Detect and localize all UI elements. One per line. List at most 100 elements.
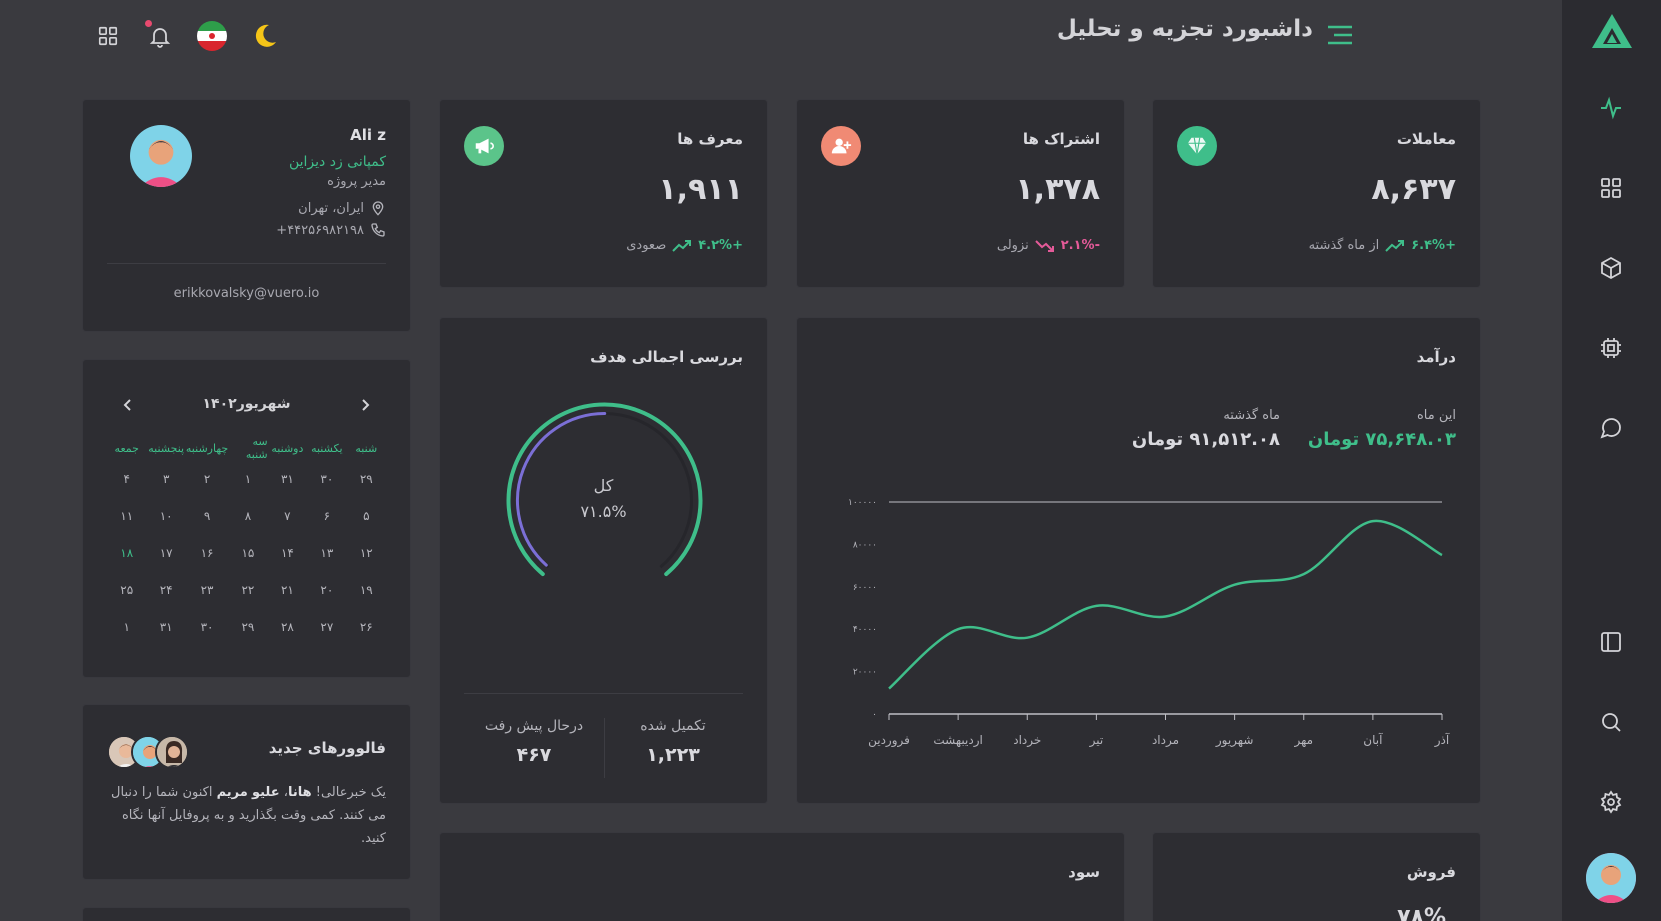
completed-label: تکمیل شده [640, 718, 706, 734]
stat-change-row: -۲.۱% نزولی [997, 238, 1100, 253]
calendar-day[interactable]: ۱۲ [347, 534, 386, 571]
grid-icon[interactable] [1596, 173, 1626, 203]
goal-gauge [506, 402, 703, 577]
chevron-left-icon[interactable] [121, 398, 135, 412]
activity-icon[interactable] [1596, 93, 1626, 123]
calendar-day[interactable]: ۲۳ [186, 571, 228, 608]
calendar-day[interactable]: ۲۷ [307, 608, 346, 645]
chevron-right-icon[interactable] [358, 398, 372, 412]
calendar-weekday: پنجشنبه [148, 441, 185, 455]
goal-in-progress: درحال پیش رفت ۴۶۷ [464, 718, 604, 766]
calendar-day[interactable]: ۲۴ [146, 571, 185, 608]
y-tick-label: ۲۰۰۰۰ [853, 668, 877, 678]
calendar-day[interactable]: ۲ [186, 460, 228, 497]
calendar-day[interactable]: ۱۱ [107, 497, 146, 534]
calendar-weekday: یکشنبه [311, 441, 343, 455]
in-progress-label: درحال پیش رفت [484, 718, 584, 734]
calendar-day[interactable]: ۱۷ [146, 534, 185, 571]
profile-company[interactable]: کمپانی زد دیزاین [289, 154, 386, 170]
calendar-day[interactable]: ۲۹ [347, 460, 386, 497]
apps-grid-icon[interactable] [92, 20, 124, 52]
follower-avatar[interactable] [155, 735, 189, 769]
calendar-day[interactable]: ۲۰ [307, 571, 346, 608]
revenue-last-month: ماه گذشته ۹۱,۵۱۲.۰۸ تومان [1132, 408, 1280, 450]
calendar-day[interactable]: ۱ [107, 608, 146, 645]
profile-role: مدیر پروژه [327, 174, 386, 189]
follower-name-link[interactable]: مریم [217, 785, 248, 800]
calendar-day[interactable]: ۴ [107, 460, 146, 497]
calendar-day[interactable]: ۳ [146, 460, 185, 497]
this-month-value: ۷۵,۶۴۸.۰۳ تومان [1307, 429, 1456, 450]
profile-phone: ۴۴۲۵۶۹۸۲۱۹۸+ [276, 222, 364, 238]
revenue-this-month: این ماه ۷۵,۶۴۸.۰۳ تومان [1308, 408, 1456, 450]
sidebar-toggle-icon[interactable] [1596, 627, 1626, 657]
calendar-grid: شنبه یکشنبه دوشنبه سه شنبه چهارشنبه پنجشنبه جم… [107, 435, 386, 645]
y-tick-label: ۰ [872, 710, 877, 720]
completed-value: ۱,۲۲۳ [646, 744, 700, 766]
revenue-series-line [888, 519, 1443, 690]
calendar-day[interactable]: ۱۵ [228, 534, 267, 571]
stat-note: نزولی [996, 238, 1029, 253]
profile-phone-row: ۴۴۲۵۶۹۸۲۱۹۸+ [276, 222, 386, 238]
menu-icon[interactable] [1325, 20, 1355, 50]
calendar-day[interactable]: ۳۰ [186, 608, 228, 645]
stat-note: صعودی [626, 238, 667, 253]
user-avatar[interactable] [1586, 853, 1636, 903]
logo-icon[interactable] [1590, 12, 1634, 50]
calendar-day[interactable]: ۱۳ [307, 534, 346, 571]
calendar-day[interactable]: ۲۸ [268, 608, 307, 645]
sidebar [1562, 0, 1661, 921]
x-tick-label: شهریور [1215, 733, 1254, 748]
profile-email[interactable]: erikkovalsky@vuero.io [83, 286, 410, 301]
revenue-title: درآمد [1416, 348, 1456, 366]
cube-icon[interactable] [1596, 253, 1626, 283]
calendar-day[interactable]: ۸ [228, 497, 267, 534]
follower-name-link[interactable]: هانا [288, 785, 312, 800]
search-icon[interactable] [1596, 707, 1626, 737]
calendar-day[interactable]: ۲۵ [107, 571, 146, 608]
y-tick-label: ۶۰۰۰۰ [853, 583, 877, 593]
calendar-day[interactable]: ۹ [186, 497, 228, 534]
calendar-day[interactable]: ۲۲ [228, 571, 267, 608]
goal-overview-card: بررسی اجمالی هدف کل ۷۱.۵% تکمیل شده ۱,۲۲… [439, 317, 768, 804]
diamond-icon [1177, 126, 1217, 166]
notification-bell-icon[interactable] [144, 20, 176, 52]
settings-gear-icon[interactable] [1596, 787, 1626, 817]
user-plus-icon [821, 126, 861, 166]
dark-mode-moon-icon[interactable] [249, 20, 281, 52]
megaphone-icon [464, 126, 504, 166]
calendar-day[interactable]: ۳۰ [307, 460, 346, 497]
calendar-day[interactable]: ۳۱ [146, 608, 185, 645]
gauge-label: کل [593, 476, 614, 495]
stat-change-row: +۶.۴% از ماه گذشته [1309, 238, 1456, 253]
location-pin-icon [372, 201, 384, 216]
calendar-day[interactable]: ۱۸ [107, 534, 146, 571]
chip-icon[interactable] [1596, 333, 1626, 363]
stat-card-subscriptions: اشتراک ها ۱,۳۷۸ -۲.۱% نزولی [796, 99, 1125, 288]
stat-value: ۸,۶۳۷ [1371, 172, 1456, 207]
goal-completed: تکمیل شده ۱,۲۲۳ [603, 718, 743, 766]
y-tick-label: ۴۰۰۰۰ [853, 625, 877, 635]
followers-title: فالوورهای جدید [268, 739, 386, 757]
profit-card: سود [439, 832, 1125, 921]
calendar-day[interactable]: ۱۶ [186, 534, 228, 571]
calendar-day[interactable]: ۵ [347, 497, 386, 534]
language-flag-icon[interactable] [196, 20, 228, 52]
calendar-day[interactable]: ۱ [228, 460, 267, 497]
calendar-day[interactable]: ۲۶ [347, 608, 386, 645]
trend-down-icon [1035, 239, 1054, 252]
calendar-day[interactable]: ۷ [268, 497, 307, 534]
x-tick-label: مرداد [1152, 733, 1179, 748]
stat-title: معاملات [1396, 130, 1456, 148]
chat-icon[interactable] [1596, 413, 1626, 443]
profile-location: ایران، تهران [298, 200, 364, 216]
calendar-day[interactable]: ۶ [307, 497, 346, 534]
follower-name-link[interactable]: علیو [252, 785, 280, 800]
calendar-day[interactable]: ۳۱ [268, 460, 307, 497]
x-tick-label: فروردین [868, 733, 910, 748]
calendar-day[interactable]: ۱۴ [268, 534, 307, 571]
calendar-day[interactable]: ۲۹ [228, 608, 267, 645]
calendar-day[interactable]: ۱۰ [146, 497, 185, 534]
calendar-day[interactable]: ۱۹ [347, 571, 386, 608]
calendar-day[interactable]: ۲۱ [268, 571, 307, 608]
